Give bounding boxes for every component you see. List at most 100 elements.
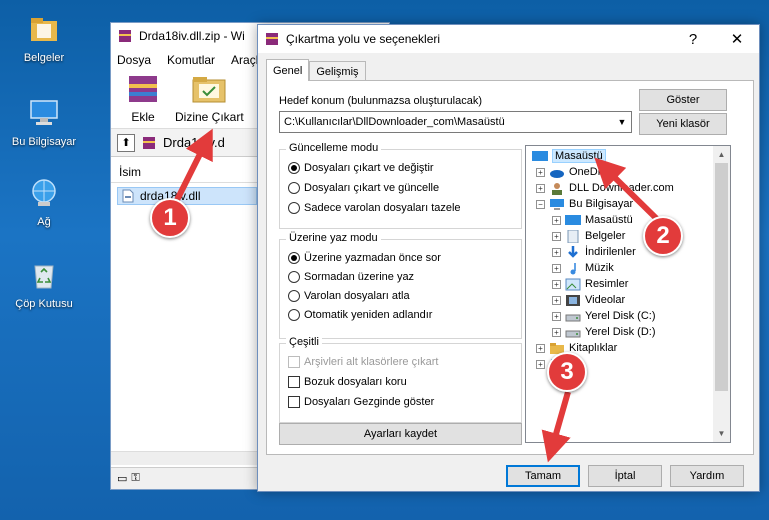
menu-file[interactable]: Dosya bbox=[117, 53, 151, 67]
show-button[interactable]: Göster bbox=[639, 89, 727, 111]
checkbox-keep-broken[interactable]: Bozuk dosyaları koru bbox=[288, 376, 407, 388]
desktop-icon-this-pc[interactable]: Bu Bilgisayar bbox=[6, 92, 82, 158]
option-label: Dosyaları çıkart ve güncelle bbox=[304, 182, 440, 194]
radio-icon bbox=[288, 290, 300, 302]
tree-node-pc-desktop[interactable]: + Masaüstü bbox=[552, 212, 633, 228]
checkbox-icon bbox=[288, 376, 300, 388]
archive-icon bbox=[143, 136, 155, 149]
desktop-icon bbox=[565, 214, 581, 225]
menu-commands[interactable]: Komutlar bbox=[167, 53, 215, 67]
help-title-button[interactable]: ? bbox=[671, 25, 715, 53]
desktop-icon-label: Belgeler bbox=[23, 52, 65, 64]
expand-icon[interactable]: + bbox=[536, 167, 545, 177]
update-mode-title: Güncelleme modu bbox=[286, 142, 382, 154]
general-panel: Hedef konum (bulunmazsa oluşturulacak) C… bbox=[266, 80, 754, 455]
tree-node-pictures[interactable]: + Resimler bbox=[552, 276, 628, 292]
radio-extract-replace[interactable]: Dosyaları çıkart ve değiştir bbox=[288, 162, 434, 174]
tab-general[interactable]: Genel bbox=[266, 59, 310, 81]
radio-ask-before-overwrite[interactable]: Üzerine yazmadan önce sor bbox=[288, 252, 441, 264]
expand-icon[interactable]: + bbox=[536, 359, 545, 369]
expand-icon[interactable]: + bbox=[552, 263, 561, 273]
tree-node-label: Yerel Disk (C:) bbox=[585, 310, 656, 322]
desktop-icon-documents[interactable]: Belgeler bbox=[6, 8, 82, 74]
tree-node-desktop[interactable]: Masaüstü bbox=[532, 148, 606, 164]
radio-overwrite-without-prompt[interactable]: Sormadan üzerine yaz bbox=[288, 271, 414, 283]
tree-node-videos[interactable]: + Videolar bbox=[552, 292, 625, 308]
tree-node-drive-d[interactable]: + Yerel Disk (D:) bbox=[552, 324, 656, 340]
folder-tree[interactable]: Masaüstü + OneDrive + DLL Downloader.com… bbox=[525, 145, 731, 443]
radio-freshen-existing[interactable]: Sadece varolan dosyaları tazele bbox=[288, 202, 461, 214]
option-label: Sadece varolan dosyaları tazele bbox=[304, 202, 461, 214]
annotation-badge-1: 1 bbox=[150, 198, 190, 238]
folder-icon bbox=[31, 18, 57, 41]
radio-skip-existing[interactable]: Varolan dosyaları atla bbox=[288, 290, 410, 302]
ok-button[interactable]: Tamam bbox=[506, 465, 580, 487]
desktop-icon-label: Çöp Kutusu bbox=[15, 298, 73, 310]
tree-node-downloads[interactable]: + İndirilenler bbox=[552, 244, 636, 260]
expand-icon[interactable]: + bbox=[552, 311, 561, 321]
expand-icon[interactable]: + bbox=[552, 215, 561, 225]
dialog-title: Çıkartma yolu ve seçenekleri bbox=[286, 32, 441, 46]
desktop-icon-recycle-bin[interactable]: Çöp Kutusu bbox=[6, 254, 82, 320]
option-label: Varolan dosyaları atla bbox=[304, 290, 410, 302]
desktop-icon-label: Ağ bbox=[37, 216, 51, 228]
tree-node-documents[interactable]: + Belgeler bbox=[552, 228, 625, 244]
file-row[interactable]: drda18iv.dll bbox=[117, 187, 257, 205]
scroll-thumb[interactable] bbox=[715, 163, 728, 391]
tree-node-label: Yerel Disk (D:) bbox=[585, 326, 656, 338]
extract-to-button[interactable]: Dizine Çıkart bbox=[175, 72, 244, 128]
chevron-down-icon[interactable]: ▼ bbox=[613, 112, 631, 132]
add-button[interactable]: Ekle bbox=[123, 72, 163, 128]
destination-label: Hedef konum (bulunmazsa oluşturulacak) bbox=[279, 95, 482, 107]
expand-icon[interactable]: + bbox=[552, 327, 561, 337]
tree-node-label: Bu Bilgisayar bbox=[569, 198, 634, 210]
desktop-icon-label: Bu Bilgisayar bbox=[11, 136, 77, 148]
new-folder-button[interactable]: Yeni klasör bbox=[639, 113, 727, 135]
archive-path: Drda18iv.d bbox=[163, 135, 225, 150]
tree-scrollbar[interactable]: ▲ ▼ bbox=[713, 146, 730, 442]
cancel-button[interactable]: İptal bbox=[588, 465, 662, 487]
option-label: Sormadan üzerine yaz bbox=[304, 271, 415, 283]
checkbox-extract-subfolders[interactable]: Arşivleri alt klasörlere çıkart bbox=[288, 356, 438, 368]
tree-node-music[interactable]: + Müzik bbox=[552, 260, 614, 276]
overwrite-mode-title: Üzerine yaz modu bbox=[286, 232, 381, 244]
expand-icon[interactable]: + bbox=[552, 279, 561, 289]
pictures-icon bbox=[565, 278, 581, 290]
dialog-tabs: Genel Gelişmiş bbox=[266, 59, 366, 81]
destination-combo[interactable]: C:\Kullanıcılar\DllDownloader_com\Masaüs… bbox=[279, 111, 632, 133]
radio-icon bbox=[288, 309, 300, 321]
checkbox-show-in-explorer[interactable]: Dosyaları Gezginde göster bbox=[288, 396, 434, 408]
documents-icon bbox=[567, 229, 579, 243]
expand-icon[interactable]: + bbox=[536, 343, 545, 353]
expand-icon[interactable]: + bbox=[552, 247, 561, 257]
scroll-up-icon[interactable]: ▲ bbox=[713, 146, 730, 163]
tree-node-label: OneDrive bbox=[569, 166, 616, 178]
annotation-badge-2: 2 bbox=[643, 216, 683, 256]
radio-extract-update[interactable]: Dosyaları çıkart ve güncelle bbox=[288, 182, 439, 194]
option-label: Bozuk dosyaları koru bbox=[304, 376, 407, 388]
tab-advanced[interactable]: Gelişmiş bbox=[309, 61, 366, 81]
up-folder-button[interactable]: ⬆ bbox=[117, 133, 135, 152]
save-settings-button[interactable]: Ayarları kaydet bbox=[279, 423, 522, 445]
radio-auto-rename[interactable]: Otomatik yeniden adlandır bbox=[288, 309, 432, 321]
expand-icon[interactable]: + bbox=[536, 183, 545, 193]
tree-node-onedrive[interactable]: + OneDrive bbox=[536, 164, 615, 180]
tree-node-user[interactable]: + DLL Downloader.com bbox=[536, 180, 674, 196]
extract-to-label: Dizine Çıkart bbox=[175, 110, 244, 124]
tree-node-this-pc[interactable]: − Bu Bilgisayar bbox=[536, 196, 633, 212]
close-button[interactable]: ✕ bbox=[715, 25, 759, 53]
option-label: Dosyaları çıkart ve değiştir bbox=[304, 162, 434, 174]
help-button[interactable]: Yardım bbox=[670, 465, 744, 487]
radio-icon bbox=[288, 271, 300, 283]
scroll-down-icon[interactable]: ▼ bbox=[713, 425, 730, 442]
dialog-titlebar[interactable]: Çıkartma yolu ve seçenekleri ? ✕ bbox=[258, 25, 759, 53]
tree-node-drive-c[interactable]: + Yerel Disk (C:) bbox=[552, 308, 656, 324]
checkbox-icon bbox=[288, 396, 300, 408]
option-label: Arşivleri alt klasörlere çıkart bbox=[304, 356, 439, 368]
collapse-icon[interactable]: − bbox=[536, 199, 545, 209]
expand-icon[interactable]: + bbox=[552, 295, 561, 305]
computer-icon bbox=[30, 100, 58, 125]
desktop-icon-network[interactable]: Ağ bbox=[6, 172, 82, 238]
destination-value: C:\Kullanıcılar\DllDownloader_com\Masaüs… bbox=[284, 116, 505, 128]
expand-icon[interactable]: + bbox=[552, 231, 561, 241]
